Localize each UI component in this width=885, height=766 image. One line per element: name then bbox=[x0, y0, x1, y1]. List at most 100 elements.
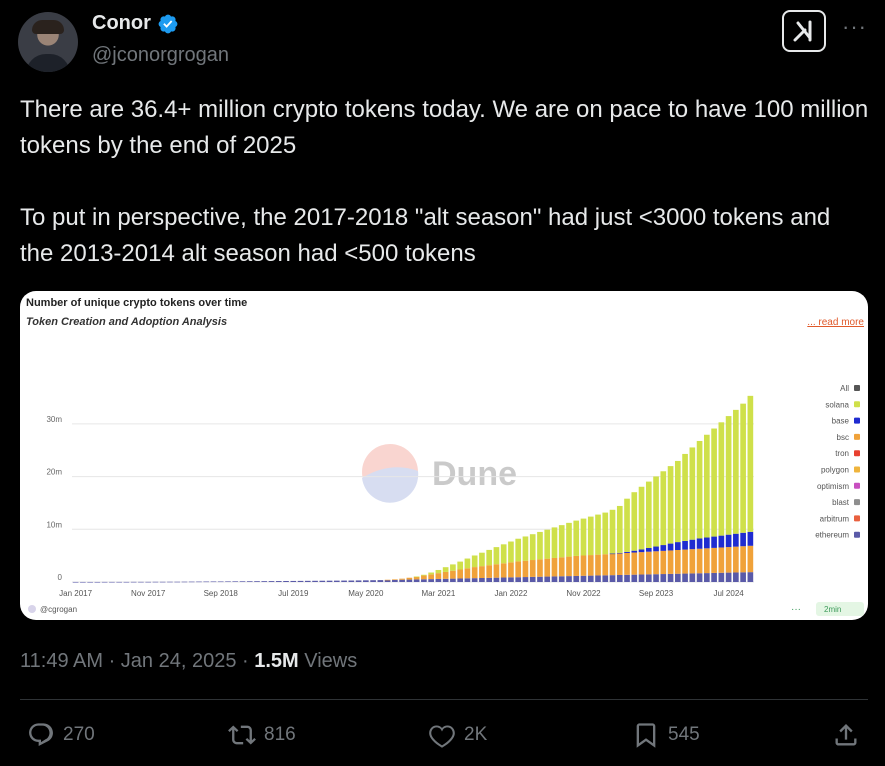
legend-label: solana bbox=[825, 400, 849, 409]
bar-bsc bbox=[392, 579, 398, 580]
avatar[interactable] bbox=[18, 12, 78, 72]
legend-swatch bbox=[854, 401, 860, 408]
bar-base bbox=[631, 550, 638, 553]
share-button[interactable] bbox=[832, 721, 868, 749]
bar-bsc bbox=[493, 564, 500, 578]
x-tick-label: Jul 2024 bbox=[713, 589, 744, 598]
bar-solana bbox=[544, 529, 551, 559]
bar-bsc bbox=[638, 552, 645, 575]
chart-x-axis: Jan 2017 Nov 2017 Sep 2018 Jul 2019 May 2020… bbox=[59, 589, 744, 598]
bar-base bbox=[704, 537, 710, 549]
avatar-hair bbox=[32, 20, 64, 34]
bar-solana bbox=[689, 447, 696, 540]
bar-ethereum bbox=[682, 573, 688, 582]
bar-bsc bbox=[413, 576, 420, 580]
bar-base bbox=[645, 548, 652, 552]
bar-ethereum bbox=[624, 574, 630, 582]
x-tick-label: Jan 2022 bbox=[494, 589, 527, 598]
bar-bsc bbox=[609, 553, 616, 576]
bar-ethereum bbox=[500, 577, 507, 582]
bar-ethereum bbox=[595, 575, 601, 582]
bar-solana bbox=[450, 564, 456, 571]
bar-ethereum bbox=[711, 572, 717, 582]
bar-ethereum bbox=[406, 579, 413, 582]
like-count: 2K bbox=[464, 724, 488, 745]
bar-ethereum bbox=[740, 572, 746, 582]
bar-base bbox=[609, 553, 616, 555]
tweet-timestamp[interactable]: 11:49 AM · Jan 24, 2025 · bbox=[20, 650, 254, 672]
bar-solana bbox=[718, 422, 725, 536]
bar-bsc bbox=[544, 558, 551, 577]
x-tick-label: Jan 2017 bbox=[59, 589, 92, 598]
author-name-row[interactable]: Conor bbox=[92, 12, 179, 35]
bar-solana bbox=[558, 525, 565, 558]
bar-solana bbox=[551, 527, 558, 558]
bar-solana bbox=[667, 466, 674, 544]
bar-ethereum bbox=[203, 581, 210, 583]
bar-solana bbox=[740, 403, 746, 533]
bar-ethereum bbox=[304, 580, 311, 582]
bar-solana bbox=[747, 395, 754, 532]
legend-label: arbitrum bbox=[820, 514, 850, 523]
bar-ethereum bbox=[602, 575, 609, 582]
bar-ethereum bbox=[239, 581, 246, 582]
reply-button[interactable]: 270 bbox=[27, 721, 95, 749]
legend-swatch bbox=[854, 466, 860, 473]
bar-bsc bbox=[667, 550, 674, 574]
bar-ethereum bbox=[283, 580, 289, 582]
legend-swatch bbox=[854, 433, 860, 440]
chart-image[interactable]: Number of unique crypto tokens over time… bbox=[20, 291, 868, 620]
legend-swatch bbox=[854, 450, 860, 457]
bar-solana bbox=[587, 516, 594, 556]
bar-bsc bbox=[682, 549, 688, 574]
bar-bsc bbox=[479, 566, 485, 578]
bar-bsc bbox=[428, 574, 434, 580]
author-name[interactable]: Conor bbox=[92, 12, 151, 35]
repost-button[interactable]: 816 bbox=[228, 721, 296, 749]
bar-solana bbox=[674, 460, 681, 543]
bar-bsc bbox=[450, 570, 456, 579]
bar-solana bbox=[428, 572, 434, 575]
bar-solana bbox=[580, 518, 587, 556]
bar-solana bbox=[631, 492, 638, 551]
bar-ethereum bbox=[486, 577, 493, 582]
bookmark-icon bbox=[636, 723, 656, 748]
bar-ethereum bbox=[290, 580, 297, 582]
bar-ethereum bbox=[319, 580, 326, 582]
legend-label: ethereum bbox=[815, 531, 849, 540]
bar-ethereum bbox=[80, 581, 86, 583]
dune-watermark-text: Dune bbox=[432, 455, 517, 493]
bookmark-button[interactable]: 545 bbox=[632, 721, 700, 749]
bar-bsc bbox=[689, 549, 696, 574]
bar-bsc bbox=[566, 556, 572, 577]
grok-button[interactable] bbox=[782, 10, 826, 52]
bar-ethereum bbox=[363, 580, 369, 582]
bar-base bbox=[747, 531, 754, 546]
bar-base bbox=[638, 549, 645, 553]
bar-bsc bbox=[653, 551, 659, 575]
bar-ethereum bbox=[196, 581, 202, 583]
bar-ethereum bbox=[377, 580, 384, 582]
bar-solana bbox=[537, 531, 543, 560]
bar-bsc bbox=[595, 554, 601, 576]
bar-solana bbox=[442, 567, 449, 572]
legend-swatch bbox=[854, 417, 860, 424]
bar-bsc bbox=[660, 550, 667, 575]
bar-ethereum bbox=[355, 580, 362, 582]
bar-solana bbox=[413, 576, 420, 578]
bar-base bbox=[740, 532, 746, 547]
author-handle[interactable]: @jconorgrogan bbox=[92, 44, 229, 67]
bar-ethereum bbox=[174, 581, 181, 583]
legend-label: base bbox=[832, 417, 850, 426]
bar-solana bbox=[696, 440, 703, 539]
bar-ethereum bbox=[479, 577, 485, 582]
footer-user-icon bbox=[28, 605, 36, 613]
x-tick-label: Nov 2022 bbox=[566, 589, 601, 598]
legend-swatch bbox=[854, 482, 860, 489]
like-button[interactable]: 2K bbox=[428, 721, 487, 749]
more-options-icon[interactable]: ··· bbox=[842, 14, 867, 40]
bar-base bbox=[674, 542, 681, 551]
bar-solana bbox=[733, 409, 739, 534]
bar-bsc bbox=[435, 573, 442, 579]
bar-base bbox=[718, 535, 725, 548]
